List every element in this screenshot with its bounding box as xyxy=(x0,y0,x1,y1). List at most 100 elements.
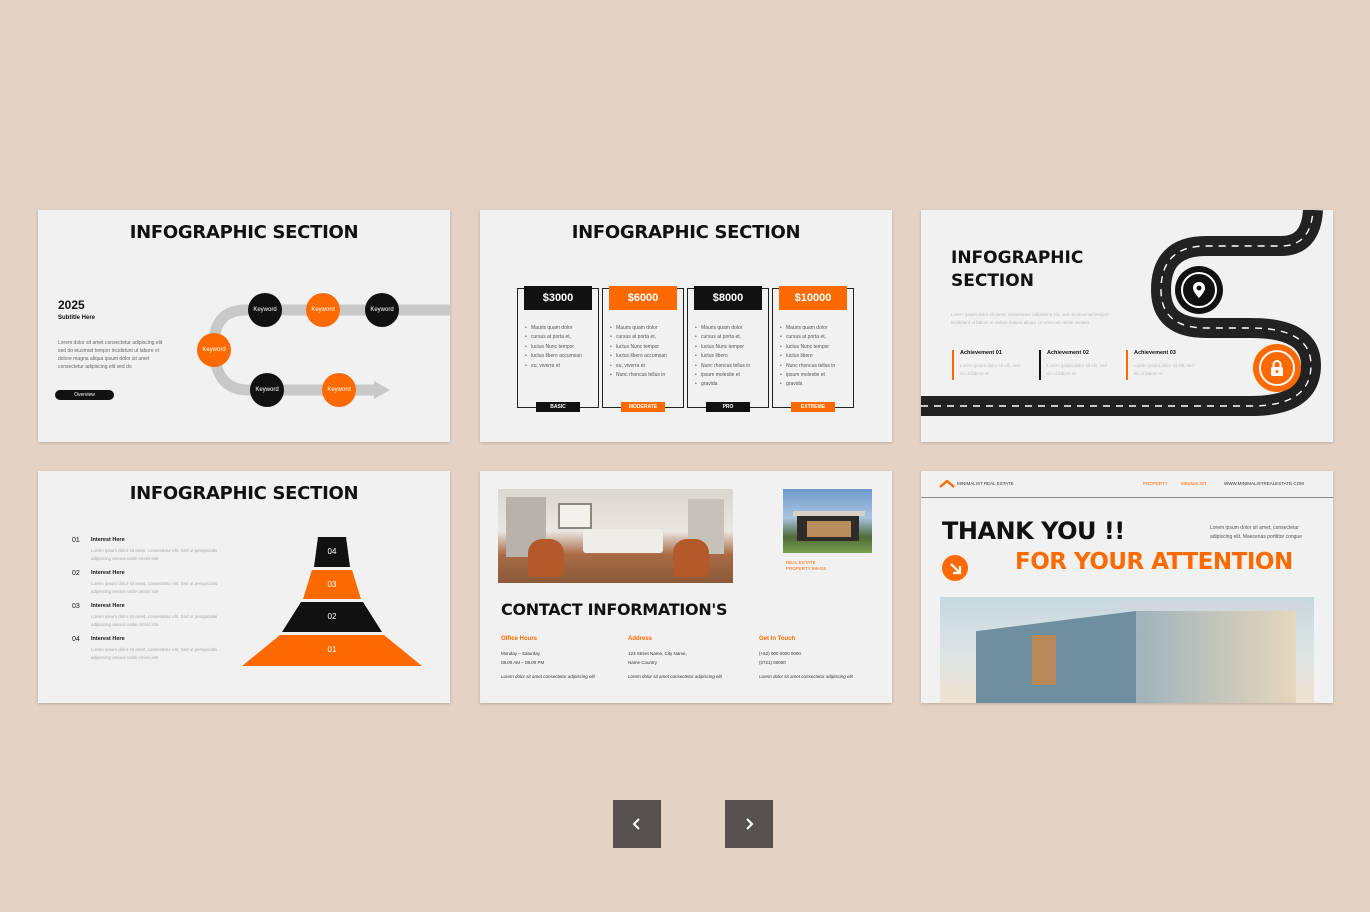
keyword-node: Keyword xyxy=(365,293,399,327)
feature-item: • luctus libero accumsan xyxy=(525,353,582,360)
contact-line: 08.00 AM – 08.00 PM xyxy=(501,660,545,665)
slide-contact[interactable]: REAL ESTATE PROPERTY IMAGE CONTACT INFOR… xyxy=(480,471,892,703)
slide-thank-you[interactable]: MINIMALIST REAL ESTATE PROPERTY MINIMALI… xyxy=(921,471,1333,703)
feature-item: • Nunc rhoncus tellus in xyxy=(695,362,751,369)
slide-infographic-timeline[interactable]: INFOGRAPHIC SECTION 2025 Subtitle Here L… xyxy=(38,210,450,442)
keyword-node: Keyword xyxy=(250,373,284,407)
slide-title: INFOGRAPHIC SECTION xyxy=(129,222,359,243)
pyramid-level: 03 xyxy=(327,580,337,589)
contact-note: Lorem dolor sit amet consectetur adipisc… xyxy=(628,674,722,679)
side-text: Lorem ipsum dolor sit amet, consectetur … xyxy=(1210,525,1302,540)
contact-line: (0721) 00000 xyxy=(759,660,786,665)
feature-item: • Mauris quam dolor xyxy=(695,325,743,331)
house-photo xyxy=(783,489,872,553)
price-label: $3000 xyxy=(524,286,592,310)
feature-item: • gravida xyxy=(780,381,803,388)
interest-text: Lorem ipsum dolor sit amet, consectetur … xyxy=(91,548,218,561)
interest-number: 03 xyxy=(72,603,80,610)
interest-label: Interest Here xyxy=(91,636,125,642)
feature-item: • ipsum molestie et xyxy=(695,372,740,379)
achievement-text: Lorem ipsum dolor sit elit, sed do ut la… xyxy=(1047,363,1107,376)
plan-features: • Mauris quam dolor • cursus at porta et, • l… xyxy=(780,324,842,390)
interest-number: 04 xyxy=(72,636,80,643)
contact-line: Name Country xyxy=(628,660,658,665)
interest-label: Interest Here xyxy=(91,570,125,576)
nav-link-minimalist[interactable]: MINIMALIST xyxy=(1181,481,1207,486)
slide-roadmap[interactable]: INFOGRAPHIC SECTION Lorem ipsum dolor si… xyxy=(921,210,1333,442)
contact-line: Monday – Saturday xyxy=(501,651,541,656)
feature-item: • Mauris quam dolor xyxy=(610,325,658,331)
keyword-node: Keyword xyxy=(248,293,282,327)
image-caption: PROPERTY IMAGE xyxy=(786,566,827,571)
header-divider xyxy=(921,497,1333,498)
feature-item: • luctus Nunc tempor xyxy=(780,343,830,350)
feature-item: • luctus libero xyxy=(780,353,813,360)
tier-label: MODERATE xyxy=(621,402,665,412)
plan-features: • Mauris quam dolor • cursus at porta et, • l… xyxy=(695,324,757,390)
pyramid-level: 04 xyxy=(327,547,337,556)
feature-item: • Nunc rhoncus tellus in xyxy=(610,372,666,379)
thank-you-heading: THANK YOU !! xyxy=(942,517,1125,545)
price-label: $6000 xyxy=(609,286,677,310)
tier-label: BASIC xyxy=(536,402,580,412)
pyramid-level: 01 xyxy=(327,645,337,654)
interest-text: Lorem ipsum dolor sit amet, consectetur … xyxy=(91,647,218,660)
image-caption: REAL ESTATE xyxy=(786,560,816,565)
chevron-right-icon xyxy=(746,818,754,830)
feature-item: • Nunc rhoncus tellus in xyxy=(780,362,836,369)
interest-number: 02 xyxy=(72,570,80,577)
feature-item: • cursus at porta et, xyxy=(525,334,572,341)
interest-text: Lorem ipsum dolor sit amet, consectetur … xyxy=(91,581,218,594)
feature-item: • eu, viverra et xyxy=(525,362,560,369)
attention-heading: FOR YOUR ATTENTION xyxy=(1015,549,1293,575)
feature-item: • cursus at porta et, xyxy=(780,334,827,341)
feature-item: • cursus at porta et, xyxy=(610,334,657,341)
location-pin-icon xyxy=(1193,282,1205,298)
building-photo xyxy=(940,597,1314,703)
slide-pricing[interactable]: INFOGRAPHIC SECTION $3000 • Mauris quam d… xyxy=(480,210,892,442)
interest-text: Lorem ipsum dolor sit amet, consectetur … xyxy=(91,614,218,627)
feature-item: • luctus libero accumsan xyxy=(610,353,667,360)
website-url[interactable]: WWW.MINIMALISTREALESTATE.COM xyxy=(1224,481,1304,486)
contact-line: 123 Street Name, City Name, xyxy=(628,651,687,656)
achievement-text: Lorem ipsum dolor sit elit, sed do ut la… xyxy=(1134,363,1194,376)
prev-slide-button[interactable] xyxy=(613,800,661,848)
nav-link-property[interactable]: PROPERTY xyxy=(1143,481,1168,486)
contact-heading: Office Hours xyxy=(501,636,538,642)
arrow-circle[interactable] xyxy=(942,555,968,581)
plan-features: • Mauris quam dolor • cursus at porta et, • l… xyxy=(525,324,587,371)
road-graphic xyxy=(921,210,1323,416)
keyword-node: Keyword xyxy=(322,373,356,407)
contact-heading: Address xyxy=(628,636,653,642)
interest-number: 01 xyxy=(72,537,80,544)
plan-features: • Mauris quam dolor • cursus at porta et, • l… xyxy=(610,324,672,380)
subtitle-label: Subtitle Here xyxy=(58,315,96,321)
lock-icon xyxy=(1271,360,1283,376)
feature-item: • Mauris quam dolor xyxy=(525,325,573,331)
slide-pyramid[interactable]: INFOGRAPHIC SECTION 01 Interest Here Lor… xyxy=(38,471,450,703)
feature-item: • luctus Nunc tempor xyxy=(695,343,745,350)
slide-title: CONTACT INFORMATION'S xyxy=(501,600,728,619)
arrow-down-right-icon xyxy=(949,562,961,574)
slide-title: INFOGRAPHIC SECTION xyxy=(129,483,359,504)
brand-logo-icon xyxy=(939,480,955,488)
brand-name: MINIMALIST REAL ESTATE xyxy=(957,481,1014,486)
contact-line: (+62) 000 0000 0000 xyxy=(759,651,801,656)
contact-note: Lorem dolor sit amet consectetur adipisc… xyxy=(759,674,853,679)
achievement-bar xyxy=(1126,350,1128,380)
feature-item: • gravida xyxy=(695,381,718,388)
body-text: Lorem dolor sit amet consectetur adipisc… xyxy=(58,340,163,370)
price-label: $8000 xyxy=(694,286,762,310)
year-label: 2025 xyxy=(58,298,85,312)
price-label: $10000 xyxy=(779,286,847,310)
achievement-label: Achievement 02 xyxy=(1047,350,1089,356)
next-slide-button[interactable] xyxy=(725,800,773,848)
achievement-label: Achievement 03 xyxy=(1134,350,1176,356)
overview-button[interactable]: Overview xyxy=(55,390,114,400)
feature-item: • luctus Nunc tempor xyxy=(525,343,575,350)
achievement-text: Lorem ipsum dolor sit elit, sed do ut la… xyxy=(960,363,1020,376)
feature-item: • luctus Nunc tempor xyxy=(610,343,660,350)
feature-item: • eu, viverra et xyxy=(610,362,645,369)
chevron-left-icon xyxy=(632,818,640,830)
tier-label: EXTREME xyxy=(791,402,835,412)
